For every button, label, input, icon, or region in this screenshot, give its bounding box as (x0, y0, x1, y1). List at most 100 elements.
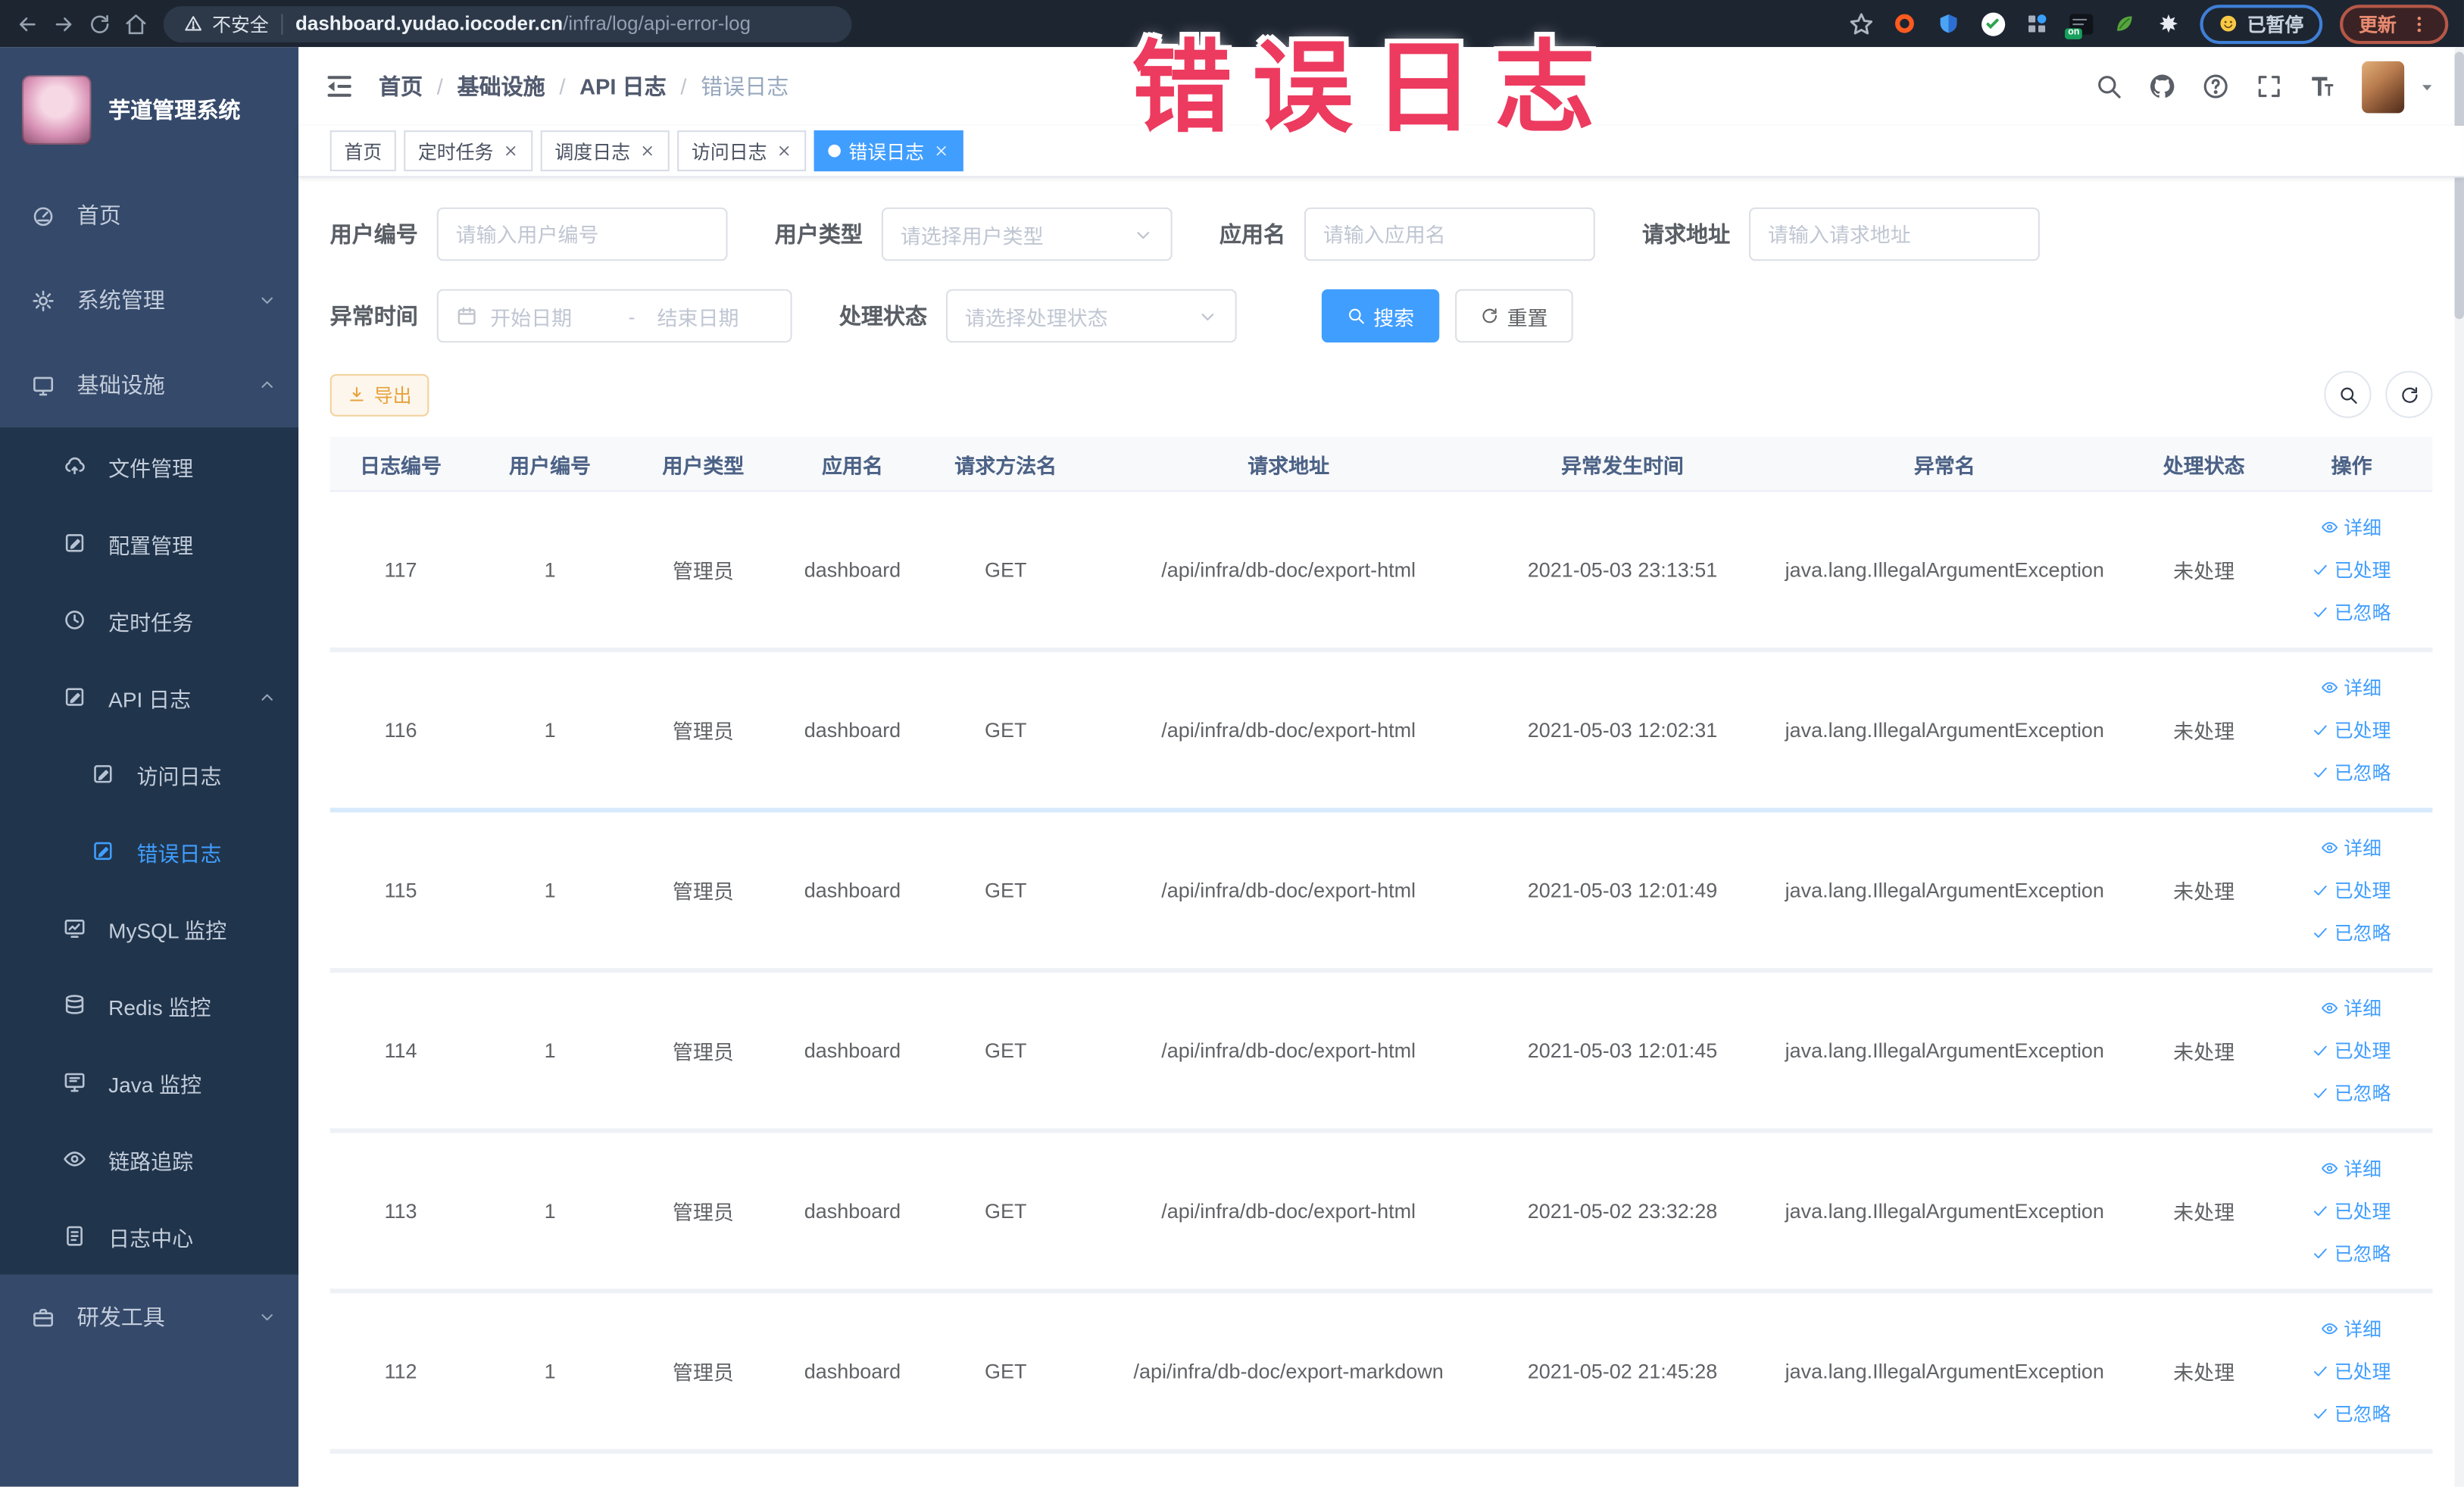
dark-on-extension-icon[interactable]: on (2064, 10, 2094, 39)
close-icon[interactable] (503, 143, 519, 159)
request-url-field[interactable] (1767, 222, 2021, 246)
table-body: 117 1 管理员 dashboard GET/api/infra/db-doc/exp… (329, 492, 2433, 1454)
action-已忽略[interactable]: 已忽略 (2313, 759, 2391, 786)
action-详细[interactable]: 详细 (2322, 1315, 2381, 1342)
sidebar-item-label: 系统管理 (77, 287, 165, 313)
search-icon[interactable] (2094, 72, 2122, 100)
browser-reload-icon[interactable] (88, 12, 111, 36)
blue-shield-extension-icon[interactable] (1936, 10, 1963, 36)
table-row[interactable]: 114 1 管理员 dashboard GET/api/infra/db-doc/exp… (329, 973, 2433, 1133)
tab-首页[interactable]: 首页 (329, 130, 396, 172)
sidebar-item-11[interactable]: Java 监控 (0, 1043, 299, 1121)
action-已处理[interactable]: 已处理 (2313, 1037, 2391, 1064)
calendar-icon (456, 305, 478, 326)
page-scrollbar[interactable] (2454, 47, 2464, 1487)
gear-icon (31, 289, 55, 312)
tab-访问日志[interactable]: 访问日志 (677, 130, 807, 172)
action-已处理[interactable]: 已处理 (2313, 717, 2391, 743)
sidebar-item-5[interactable]: 定时任务 (0, 581, 299, 659)
table-row[interactable]: 113 1 管理员 dashboard GET/api/infra/db-doc/exp… (329, 1132, 2433, 1294)
user-id-label: 用户编号 (329, 221, 418, 247)
request-url-input[interactable] (1749, 207, 2040, 261)
sidebar-item-7[interactable]: 访问日志 (0, 735, 299, 813)
sidebar-item-1[interactable]: 系统管理 (0, 258, 298, 342)
sidebar-item-9[interactable]: MySQL 监控 (0, 889, 299, 967)
action-详细[interactable]: 详细 (2322, 1155, 2381, 1182)
cell-url: /api/infra/db-doc/export-html (1161, 1039, 1416, 1063)
table-row[interactable]: 117 1 管理员 dashboard GET/api/infra/db-doc/exp… (329, 492, 2433, 652)
app-logo[interactable]: 芋道管理系统 (0, 47, 298, 173)
sidebar-item-13[interactable]: 日志中心 (0, 1197, 299, 1275)
sidebar-item-0[interactable]: 首页 (0, 173, 298, 258)
green-leaf-extension-icon[interactable] (2112, 10, 2138, 36)
question-icon[interactable] (2202, 72, 2230, 100)
orange-ring-extension-icon[interactable] (1892, 10, 1919, 36)
sidebar-item-6[interactable]: API 日志 (0, 658, 299, 736)
browser-back-icon[interactable] (16, 12, 39, 36)
action-详细[interactable]: 详细 (2322, 995, 2381, 1021)
apps-grid-extension-icon[interactable] (2024, 10, 2050, 36)
sidebar-item-2[interactable]: 基础设施 (0, 342, 298, 427)
sidebar-item-8[interactable]: 错误日志 (0, 812, 299, 890)
white-flower-extension-icon[interactable] (2156, 10, 2182, 36)
site-security[interactable]: 不安全 (184, 10, 269, 36)
hamburger-icon[interactable] (323, 70, 354, 102)
sidebar-item-10[interactable]: Redis 监控 (0, 966, 299, 1044)
action-详细[interactable]: 详细 (2322, 514, 2381, 540)
user-menu[interactable] (2362, 60, 2436, 113)
app-name-input[interactable] (1304, 207, 1595, 261)
refresh-table-button[interactable] (2385, 370, 2433, 418)
breadcrumb-item[interactable]: 基础设施 (457, 70, 545, 102)
action-已忽略[interactable]: 已忽略 (2313, 1400, 2391, 1426)
action-已忽略[interactable]: 已忽略 (2313, 598, 2391, 625)
browser-update-button[interactable]: 更新 (2340, 4, 2449, 44)
cell-user_type: 管理员 (672, 559, 734, 583)
fullscreen-icon[interactable] (2255, 72, 2283, 100)
process-status-select[interactable]: 请选择处理状态 (945, 289, 1237, 343)
sidebar-item-12[interactable]: 链路追踪 (0, 1120, 299, 1198)
github-icon[interactable] (2148, 72, 2176, 100)
toggle-search-button[interactable] (2324, 370, 2372, 418)
browser-home-icon[interactable] (124, 12, 148, 36)
green-check-extension-icon[interactable] (1980, 10, 2006, 36)
user-id-field[interactable] (455, 222, 709, 246)
tab-定时任务[interactable]: 定时任务 (404, 130, 533, 172)
action-已处理[interactable]: 已处理 (2313, 1357, 2391, 1384)
table-row[interactable]: 115 1 管理员 dashboard GET/api/infra/db-doc/exp… (329, 812, 2433, 973)
close-icon[interactable] (639, 143, 655, 159)
user-id-input[interactable] (436, 207, 728, 261)
close-icon[interactable] (776, 143, 792, 159)
action-已处理[interactable]: 已处理 (2313, 877, 2391, 904)
export-button[interactable]: 导出 (329, 373, 429, 416)
search-button[interactable]: 搜索 (1321, 289, 1440, 343)
tab-调度日志[interactable]: 调度日志 (540, 130, 670, 172)
action-已忽略[interactable]: 已忽略 (2313, 1240, 2391, 1267)
action-已处理[interactable]: 已处理 (2313, 1198, 2391, 1224)
breadcrumb-item[interactable]: API 日志 (579, 70, 667, 102)
table-row[interactable]: 112 1 管理员 dashboard GET/api/infra/db-doc/exp… (329, 1293, 2433, 1454)
user-type-select[interactable]: 请选择用户类型 (881, 207, 1173, 261)
font-size-icon[interactable] (2309, 72, 2337, 100)
scrollbar-thumb[interactable] (2454, 52, 2464, 320)
action-已忽略[interactable]: 已忽略 (2313, 1079, 2391, 1106)
action-已处理[interactable]: 已处理 (2313, 556, 2391, 583)
action-详细[interactable]: 详细 (2322, 674, 2381, 701)
app-name-field[interactable] (1323, 222, 1576, 246)
browser-forward-icon[interactable] (52, 12, 75, 36)
address-bar[interactable]: 不安全 dashboard.yudao.iocoder.cn/infra/log… (163, 5, 852, 42)
tab-错误日志[interactable]: 错误日志 (814, 130, 963, 172)
bookmark-star-icon[interactable] (1848, 10, 1875, 36)
action-详细[interactable]: 详细 (2322, 835, 2381, 861)
breadcrumb-item[interactable]: 首页 (379, 70, 423, 102)
reset-button[interactable]: 重置 (1455, 289, 1573, 343)
action-已忽略[interactable]: 已忽略 (2313, 920, 2391, 946)
sidebar-item-14[interactable]: 研发工具 (0, 1275, 298, 1360)
table-row[interactable]: 116 1 管理员 dashboard GET/api/infra/db-doc/exp… (329, 651, 2433, 813)
extension-paused-badge[interactable]: 已暂停 (2200, 4, 2323, 44)
sidebar-item-4[interactable]: 配置管理 (0, 504, 299, 582)
date-range-picker[interactable]: 开始日期 - 结束日期 (436, 289, 792, 343)
close-icon[interactable] (933, 143, 949, 159)
cell-app: dashboard (804, 1039, 901, 1063)
sidebar-item-3[interactable]: 文件管理 (0, 427, 299, 505)
kebab-menu-icon[interactable] (2409, 14, 2429, 34)
